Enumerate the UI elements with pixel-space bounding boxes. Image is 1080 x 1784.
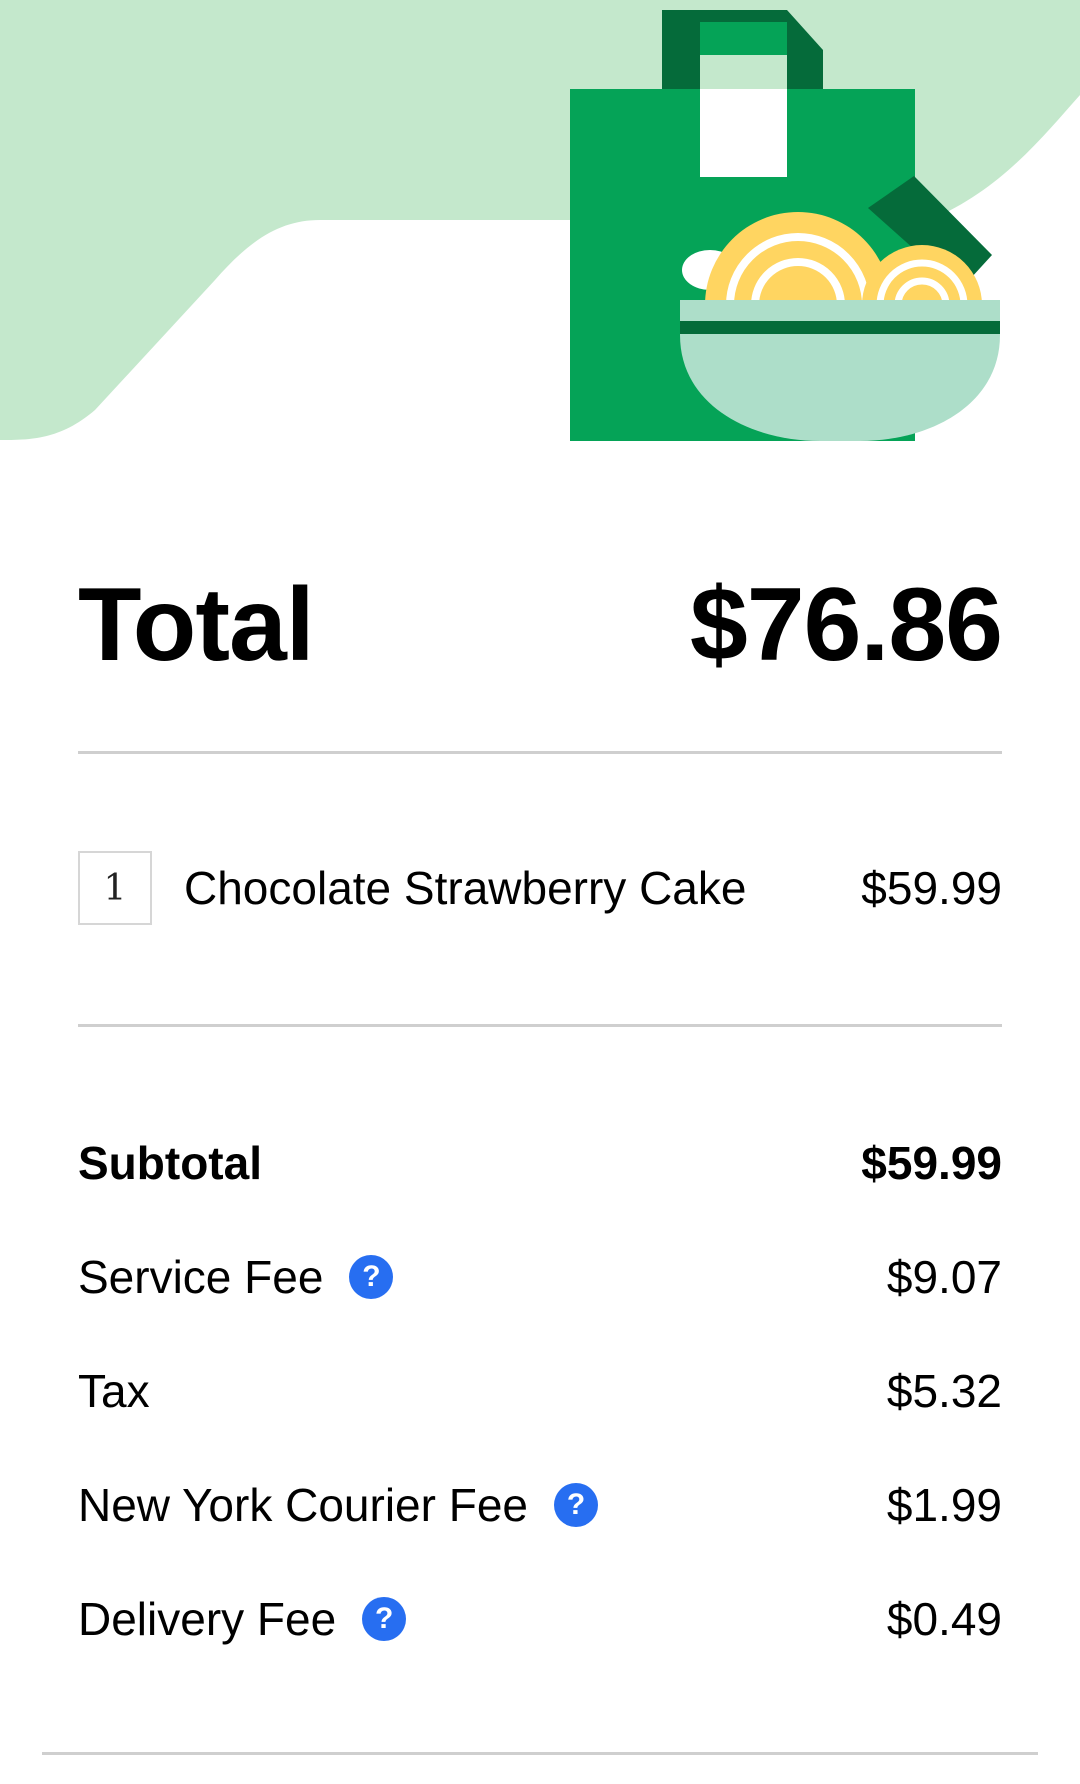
fee-value: $59.99 bbox=[861, 1137, 1002, 1189]
item-name: Chocolate Strawberry Cake bbox=[184, 862, 747, 914]
order-total-row: Total $76.86 bbox=[78, 567, 1003, 683]
total-label: Total bbox=[78, 566, 315, 683]
divider bbox=[78, 751, 1002, 754]
total-value: $76.86 bbox=[689, 566, 1003, 683]
item-price: $59.99 bbox=[861, 862, 1002, 914]
courier-fee-row: New York Courier Fee ? $1.99 bbox=[78, 1475, 1002, 1535]
tax-row: Tax $5.32 bbox=[78, 1361, 1002, 1421]
fee-label: New York Courier Fee bbox=[78, 1479, 528, 1531]
fee-label: Delivery Fee bbox=[78, 1593, 337, 1645]
order-item-row: 1 Chocolate Strawberry Cake $59.99 bbox=[78, 848, 1002, 928]
subtotal-row: Subtotal $59.99 bbox=[78, 1133, 1002, 1193]
fee-value: $5.32 bbox=[886, 1365, 1002, 1417]
fee-value: $1.99 bbox=[886, 1479, 1002, 1531]
help-icon[interactable]: ? bbox=[362, 1597, 407, 1641]
delivery-fee-row: Delivery Fee ? $0.49 bbox=[78, 1589, 1002, 1649]
fee-label: Tax bbox=[78, 1365, 150, 1417]
fee-label: Service Fee bbox=[78, 1251, 324, 1303]
help-icon[interactable]: ? bbox=[349, 1255, 394, 1299]
header-illustration bbox=[0, 0, 1080, 450]
grocery-bag-noodle-bowl-illustration bbox=[0, 0, 1080, 441]
help-icon[interactable]: ? bbox=[553, 1483, 598, 1527]
fee-value: $0.49 bbox=[886, 1593, 1002, 1645]
fee-value: $9.07 bbox=[886, 1251, 1002, 1303]
divider bbox=[78, 1024, 1002, 1027]
fee-label: Subtotal bbox=[78, 1137, 262, 1189]
service-fee-row: Service Fee ? $9.07 bbox=[78, 1247, 1002, 1307]
divider bbox=[42, 1752, 1038, 1755]
quantity-badge: 1 bbox=[78, 851, 152, 925]
